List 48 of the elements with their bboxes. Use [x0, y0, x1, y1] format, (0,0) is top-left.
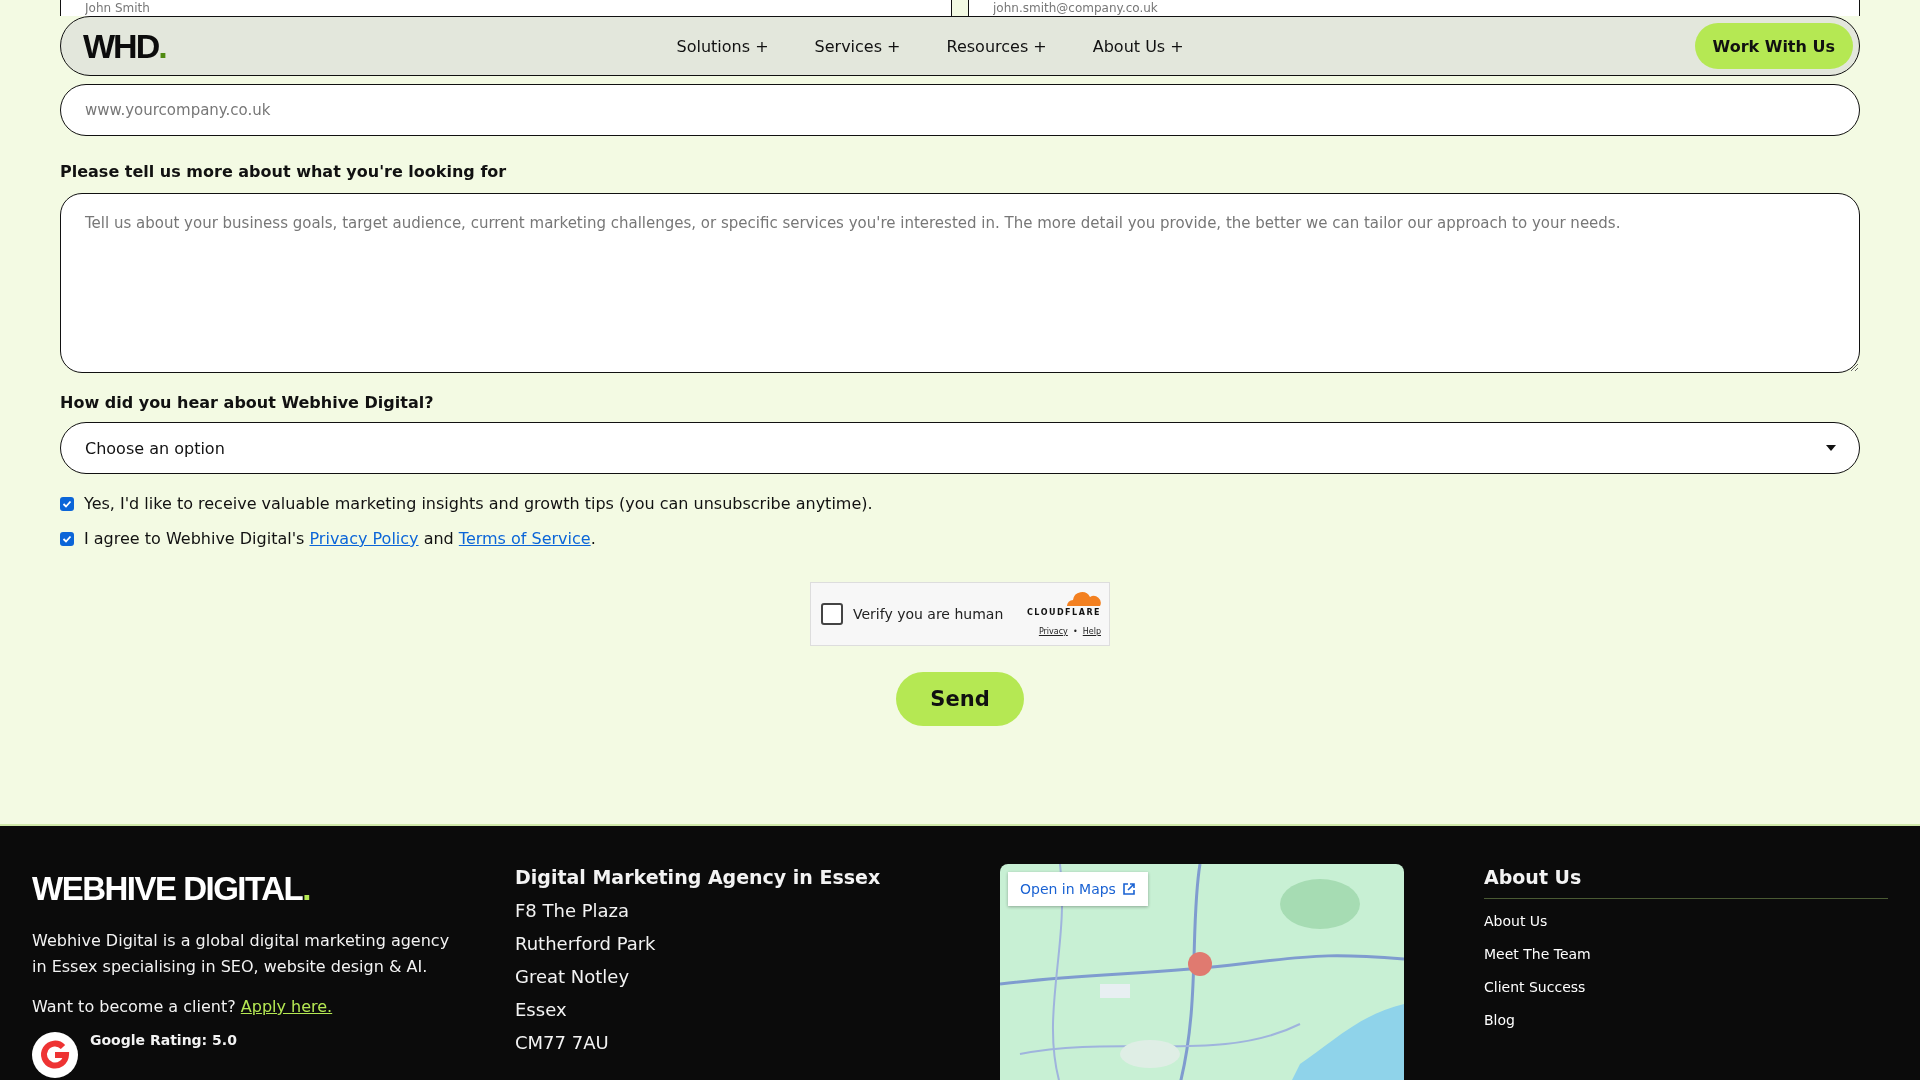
field-label: How did you hear about Webhive Digital? [60, 393, 435, 412]
external-link-icon [1121, 882, 1136, 896]
about-text: Webhive Digital is a global digital marketing agency in Essex specialising in SEO, website design & AI. [32, 930, 451, 978]
google-icon [32, 1032, 78, 1078]
links-title: About Us [1484, 866, 1888, 899]
privacy-policy-link[interactable]: Privacy Policy [309, 529, 419, 548]
consent-text: I agree to Webhive Digital's Privacy Policy and Terms of Service. [84, 529, 596, 548]
check-icon [62, 498, 72, 509]
nav-link[interactable]: Solutions + [676, 36, 769, 56]
consent-text: Yes, I'd like to receive valuable marketing insights and growth tips (you can unsubscribe anytime). [84, 494, 873, 513]
website-field[interactable]: www.yourcompany.co.uk [60, 84, 1860, 136]
work-with-us-button[interactable]: Work With Us [1694, 23, 1853, 69]
address-line: CM77 7AU [515, 1031, 610, 1055]
address-line: Essex [515, 998, 568, 1022]
privacy-link[interactable]: Privacy [1038, 627, 1068, 636]
brand-text: CLOUDFLARE [1027, 608, 1101, 617]
footer-link[interactable]: About Us [1484, 913, 1920, 929]
nav-link[interactable]: Resources + [946, 36, 1047, 56]
open-in-maps-button[interactable]: Open in Maps [1008, 872, 1148, 906]
separator-text: • [1072, 627, 1078, 636]
name-field[interactable]: John Smith [60, 0, 952, 16]
footer-link[interactable]: Client Success [1484, 979, 1920, 995]
logo[interactable]: WHD. [83, 26, 166, 66]
send-button[interactable]: Send [896, 672, 1024, 726]
checkbox[interactable] [60, 531, 74, 546]
nav-link[interactable]: About Us + [1092, 36, 1184, 56]
check-icon [62, 533, 72, 544]
captcha-checkbox[interactable] [821, 603, 843, 625]
address-line: Rutherford Park [515, 932, 657, 956]
checkbox[interactable] [60, 496, 74, 511]
footer-logo: WEBHIVE DIGITAL. [32, 870, 311, 908]
address-line: Great Notley [515, 965, 631, 989]
footer-link[interactable]: Blog [1484, 1012, 1920, 1028]
address-line: F8 The Plaza [515, 899, 631, 923]
details-field[interactable]: Tell us about your business goals, target audience, current marketing challenges, or specific services you're interested in. The more detail you provide, the better we can tailor our approach to your needs. [60, 193, 1860, 373]
help-link[interactable]: Help [1082, 627, 1101, 636]
rating-text: Google Rating: 5.0 [90, 1032, 237, 1048]
field-label: Please tell us more about what you're looking for [60, 162, 508, 181]
footer-link[interactable]: Meet The Team [1484, 946, 1920, 962]
terms-link[interactable]: Terms of Service [458, 529, 591, 548]
client-prompt: Want to become a client? [32, 997, 236, 1016]
nav-link[interactable]: Services + [814, 36, 901, 56]
email-field[interactable]: john.smith@company.co.uk [968, 0, 1860, 16]
apply-link[interactable]: Apply here. [240, 997, 333, 1016]
caret-icon [1825, 444, 1837, 452]
address-title: Digital Marketing Agency in Essex [515, 866, 882, 888]
source-select[interactable]: Choose an option [60, 422, 1860, 474]
captcha-label: Verify you are human [853, 606, 1005, 622]
